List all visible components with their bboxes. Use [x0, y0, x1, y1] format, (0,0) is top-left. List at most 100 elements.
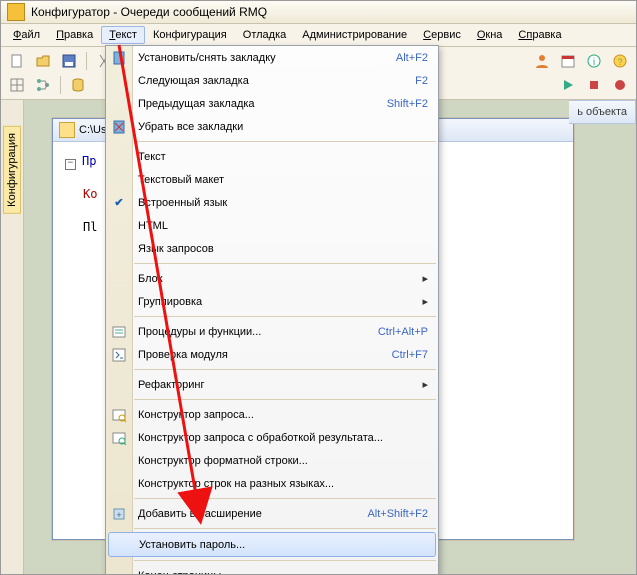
tb-info-icon[interactable]: i [582, 49, 606, 73]
menu-item-shortcut: Shift+F2 [387, 98, 428, 110]
menu-windows[interactable]: Окна [469, 26, 511, 44]
menu-item[interactable]: Проверка модуляCtrl+F7 [106, 343, 438, 366]
bookmark-x-icon [111, 119, 127, 135]
menu-item[interactable]: Следующая закладкаF2 [106, 69, 438, 92]
menu-item-label: Конструктор запроса... [138, 409, 428, 421]
menu-item[interactable]: Текст [106, 145, 438, 168]
menu-item[interactable]: Текстовый макет [106, 168, 438, 191]
menu-item[interactable]: Конструктор строк на разных языках... [106, 472, 438, 495]
menu-service[interactable]: Сервис [415, 26, 469, 44]
menu-item-label: Конец страницы [138, 570, 428, 575]
ext-icon: + [111, 506, 127, 522]
tb-dbupdate-icon[interactable] [66, 73, 90, 97]
module-icon [111, 347, 127, 363]
menu-item-shortcut: Alt+Shift+F2 [367, 508, 428, 520]
menu-item[interactable]: Блок▸ [106, 267, 438, 290]
document-icon [59, 122, 75, 138]
menu-item-label: Рефакторинг [138, 379, 422, 391]
proc-icon [111, 324, 127, 340]
menu-item[interactable]: Язык запросов [106, 237, 438, 260]
svg-text:i: i [593, 57, 595, 68]
menubar: Файл Правка Текст Конфигурация Отладка А… [1, 24, 636, 47]
menu-item[interactable]: Конструктор форматной строки... [106, 449, 438, 472]
titlebar: Конфигуратор - Очереди сообщений RMQ [1, 1, 636, 24]
tb-stop-icon[interactable] [582, 73, 606, 97]
tb-help-icon[interactable]: ? [608, 49, 632, 73]
query2-icon [111, 430, 127, 446]
menu-item[interactable]: Группировка▸ [106, 290, 438, 313]
menu-text[interactable]: Текст [101, 26, 145, 44]
menu-edit[interactable]: Правка [48, 26, 101, 44]
menu-item[interactable]: Процедуры и функции...Ctrl+Alt+P [106, 320, 438, 343]
editor-title: C:\Us [79, 124, 107, 136]
menu-text-dropdown: Установить/снять закладкуAlt+F2Следующая… [105, 45, 439, 575]
blank-icon [111, 218, 127, 234]
menu-item-label: Встроенный язык [138, 197, 428, 209]
menu-item[interactable]: Установить пароль... [108, 532, 436, 557]
menu-item[interactable]: Конструктор запроса... [106, 403, 438, 426]
menu-item-label: Конструктор строк на разных языках... [138, 478, 428, 490]
submenu-arrow-icon: ▸ [422, 378, 428, 391]
menu-item[interactable]: Убрать все закладки [106, 115, 438, 138]
menu-item-label: Добавить в расширение [138, 508, 367, 520]
menu-item[interactable]: HTML [106, 214, 438, 237]
menu-item[interactable]: Рефакторинг▸ [106, 373, 438, 396]
tb-new-icon[interactable] [5, 49, 29, 73]
query-icon [111, 407, 127, 423]
menu-configuration[interactable]: Конфигурация [145, 26, 235, 44]
menu-item-label: Процедуры и функции... [138, 326, 378, 338]
check-icon: ✔ [111, 195, 127, 211]
menu-item[interactable]: Конец страницы [106, 564, 438, 575]
tb-run-icon[interactable] [556, 73, 580, 97]
menu-item-shortcut: Ctrl+Alt+P [378, 326, 428, 338]
menu-separator [134, 528, 436, 529]
app-icon [7, 3, 25, 21]
menu-separator [134, 498, 436, 499]
tb-save-icon[interactable] [57, 49, 81, 73]
side-tabs: Конфигурация [1, 100, 24, 575]
menu-item-label: HTML [138, 220, 428, 232]
tb-tree-icon[interactable] [31, 73, 55, 97]
menu-file[interactable]: Файл [5, 26, 48, 44]
tb-open-icon[interactable] [31, 49, 55, 73]
menu-item-label: Группировка [138, 296, 422, 308]
menu-item-label: Предыдущая закладка [138, 98, 387, 110]
menu-item-label: Конструктор запроса с обработкой результ… [138, 432, 428, 444]
menu-help[interactable]: Справка [510, 26, 569, 44]
menu-item-label: Блок [138, 273, 422, 285]
blank-icon [111, 271, 127, 287]
blank-icon [111, 568, 127, 575]
menu-item[interactable]: Предыдущая закладкаShift+F2 [106, 92, 438, 115]
fold-toggle-icon[interactable]: − [65, 159, 76, 170]
tb-user-icon[interactable] [530, 49, 554, 73]
tb-grid-icon[interactable] [5, 73, 29, 97]
sidetab-configuration[interactable]: Конфигурация [3, 126, 21, 214]
blank-icon [111, 73, 127, 89]
app-window: Конфигуратор - Очереди сообщений RMQ Фай… [0, 0, 637, 575]
menu-debug[interactable]: Отладка [235, 26, 294, 44]
blank-icon [111, 453, 127, 469]
menu-item-label: Текстовый макет [138, 174, 428, 186]
blank-icon [111, 294, 127, 310]
menu-item-shortcut: F2 [415, 75, 428, 87]
menu-item-label: Конструктор форматной строки... [138, 455, 428, 467]
submenu-arrow-icon: ▸ [422, 272, 428, 285]
menu-item[interactable]: Установить/снять закладкуAlt+F2 [106, 46, 438, 69]
menu-item-shortcut: Ctrl+F7 [392, 349, 428, 361]
bookmark-icon [111, 50, 127, 66]
svg-text:+: + [116, 510, 121, 520]
menu-separator [134, 399, 436, 400]
menu-item[interactable]: Конструктор запроса с обработкой результ… [106, 426, 438, 449]
menu-item-label: Установить пароль... [139, 539, 425, 551]
menu-admin[interactable]: Администрирование [294, 26, 415, 44]
blank-icon [114, 537, 130, 553]
menu-item-label: Язык запросов [138, 243, 428, 255]
menu-separator [134, 560, 436, 561]
menu-item[interactable]: + Добавить в расширениеAlt+Shift+F2 [106, 502, 438, 525]
right-panel-title[interactable]: ь объекта [569, 100, 636, 124]
tb-calendar-icon[interactable] [556, 49, 580, 73]
menu-item-shortcut: Alt+F2 [396, 52, 428, 64]
menu-item[interactable]: ✔ Встроенный язык [106, 191, 438, 214]
tb-breakpoint-icon[interactable] [608, 73, 632, 97]
menu-separator [134, 369, 436, 370]
